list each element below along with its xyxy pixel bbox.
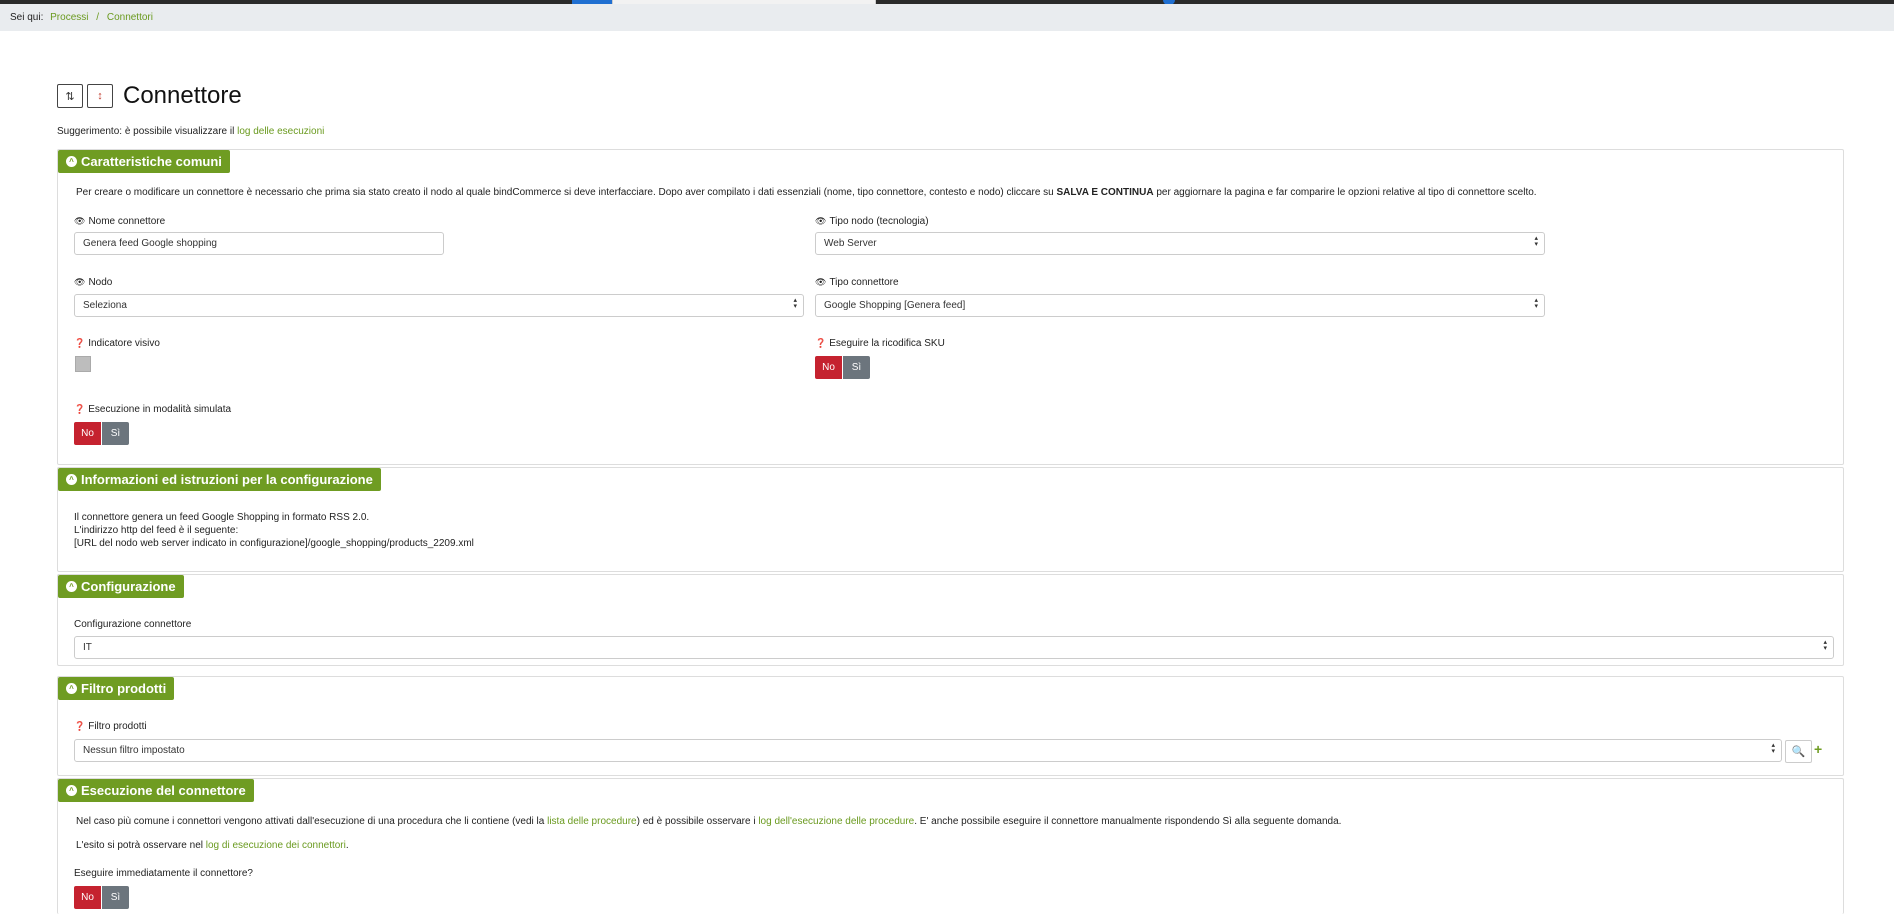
execution-paragraph-1: Nel caso più comune i connettori vengono… <box>76 816 1342 827</box>
execute-toggle: No Sì <box>74 886 129 909</box>
info-line-2: L'indirizzo http del feed è il seguente: <box>74 525 239 536</box>
simulated-no-button[interactable]: No <box>74 422 101 445</box>
connector-type-select[interactable]: Google Shopping [Genera feed] <box>815 294 1545 317</box>
page-header: ⇅ ↕ Connettore <box>57 82 242 110</box>
execute-question: Eseguire immediatamente il connettore? <box>74 868 253 879</box>
simulated-toggle: No Sì <box>74 422 129 445</box>
section-filter: ^ Filtro prodotti ❓ Filtro prodotti Nessu… <box>57 676 1844 776</box>
section-execution-header[interactable]: ^ Esecuzione del connettore <box>58 779 254 802</box>
sku-label: ❓ Eseguire la ricodifica SKU <box>815 338 945 349</box>
eye-icon: 👁 <box>74 277 86 287</box>
visual-indicator-swatch[interactable] <box>75 356 91 372</box>
sku-toggle: No Sì <box>815 356 870 379</box>
section-common: ^ Caratteristiche comuni Per creare o mo… <box>57 149 1844 465</box>
section-config-header[interactable]: ^ Configurazione <box>58 575 184 598</box>
sku-si-button[interactable]: Sì <box>843 356 870 379</box>
sku-no-button[interactable]: No <box>815 356 842 379</box>
expand-all-button[interactable]: ↕ <box>87 84 113 108</box>
filter-search-button[interactable]: 🔍 <box>1785 740 1812 763</box>
connectors-log-link[interactable]: log di esecuzione dei connettori <box>206 840 346 851</box>
eye-icon: 👁 <box>74 216 86 226</box>
chevron-up-icon: ^ <box>66 581 77 592</box>
chevron-up-icon: ^ <box>66 156 77 167</box>
chevron-up-icon: ^ <box>66 474 77 485</box>
procedures-list-link[interactable]: lista delle procedure <box>547 816 637 827</box>
execute-no-button[interactable]: No <box>74 886 101 909</box>
filter-label: ❓ Filtro prodotti <box>74 721 147 732</box>
question-circle-icon: ❓ <box>815 338 827 348</box>
page-title: Connettore <box>123 82 242 109</box>
filter-add-button[interactable]: + <box>1814 741 1822 757</box>
node-select[interactable]: Seleziona <box>74 294 804 317</box>
config-select[interactable]: IT <box>74 636 1834 659</box>
eye-icon: 👁 <box>815 216 827 226</box>
execute-si-button[interactable]: Sì <box>102 886 129 909</box>
connector-type-label: 👁 Tipo connettore <box>815 277 899 288</box>
common-intro: Per creare o modificare un connettore è … <box>76 187 1537 198</box>
info-line-1: Il connettore genera un feed Google Shop… <box>74 512 370 523</box>
eye-icon: 👁 <box>815 277 827 287</box>
node-label: 👁 Nodo <box>74 277 113 288</box>
executions-log-link[interactable]: log delle esecuzioni <box>237 126 324 137</box>
breadcrumb-connettori[interactable]: Connettori <box>107 12 153 23</box>
info-line-3: [URL del nodo web server indicato in con… <box>74 538 474 549</box>
filter-select[interactable]: Nessun filtro impostato <box>74 739 1782 762</box>
execution-paragraph-2: L'esito si potrà osservare nel log di es… <box>76 840 349 851</box>
simulated-si-button[interactable]: Sì <box>102 422 129 445</box>
breadcrumb-separator: / <box>96 12 100 23</box>
section-info: ^ Informazioni ed istruzioni per la conf… <box>57 467 1844 572</box>
simulated-label: ❓ Esecuzione in modalità simulata <box>74 404 232 415</box>
chevron-up-icon: ^ <box>66 683 77 694</box>
breadcrumb-prefix: Sei qui: <box>10 12 44 23</box>
section-execution: ^ Esecuzione del connettore Nel caso più… <box>57 778 1844 914</box>
question-circle-icon: ❓ <box>74 338 86 348</box>
breadcrumb-processi[interactable]: Processi <box>50 12 88 23</box>
node-type-select[interactable]: Web Server <box>815 232 1545 255</box>
visual-indicator-label: ❓ Indicatore visivo <box>74 338 160 349</box>
section-info-header[interactable]: ^ Informazioni ed istruzioni per la conf… <box>58 468 381 491</box>
collapse-all-button[interactable]: ⇅ <box>57 84 83 108</box>
procedures-log-link[interactable]: log dell'esecuzione delle procedure <box>758 816 914 827</box>
expand-arrows-icon: ↕ <box>97 90 103 102</box>
search-icon: 🔍 <box>1791 746 1806 758</box>
section-filter-header[interactable]: ^ Filtro prodotti <box>58 677 175 700</box>
name-label: 👁 Nome connettore <box>74 216 166 227</box>
connector-name-input[interactable]: Genera feed Google shopping <box>74 232 444 255</box>
collapse-arrows-icon: ⇅ <box>65 90 75 103</box>
section-config: ^ Configurazione Configurazione connetto… <box>57 574 1844 666</box>
config-label: Configurazione connettore <box>74 619 192 630</box>
section-common-header[interactable]: ^ Caratteristiche comuni <box>58 150 230 173</box>
page-hint: Suggerimento: è possibile visualizzare i… <box>57 126 325 137</box>
breadcrumb: Sei qui: Processi / Connettori <box>0 4 1894 31</box>
question-circle-icon: ❓ <box>74 721 86 731</box>
chevron-up-icon: ^ <box>66 785 77 796</box>
question-circle-icon: ❓ <box>74 404 86 414</box>
node-type-label: 👁 Tipo nodo (tecnologia) <box>815 216 929 227</box>
